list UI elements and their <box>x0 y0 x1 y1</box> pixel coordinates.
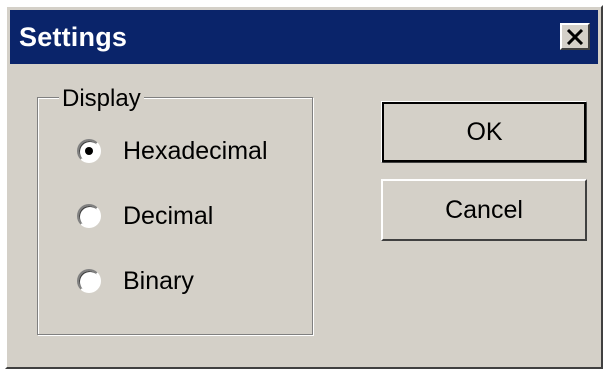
radio-label-binary: Binary <box>123 267 194 295</box>
window-title: Settings <box>19 22 128 52</box>
radio-button-icon[interactable] <box>77 269 101 293</box>
settings-dialog: Settings Display Hexadecimal Decimal Bin… <box>5 5 603 369</box>
close-button[interactable] <box>560 23 590 50</box>
radio-button-icon[interactable] <box>77 204 101 228</box>
radio-selected-dot <box>85 147 93 155</box>
radio-label-decimal: Decimal <box>123 202 214 230</box>
cancel-button[interactable]: Cancel <box>381 179 587 241</box>
close-icon <box>566 28 584 45</box>
ok-button[interactable]: OK <box>381 101 587 163</box>
display-group-label: Display <box>59 85 144 113</box>
title-bar[interactable]: Settings <box>10 10 598 64</box>
radio-label-hexadecimal: Hexadecimal <box>123 137 268 165</box>
radio-binary[interactable]: Binary <box>77 264 194 298</box>
radio-decimal[interactable]: Decimal <box>77 199 213 233</box>
radio-hexadecimal[interactable]: Hexadecimal <box>77 134 268 168</box>
radio-button-icon[interactable] <box>77 139 101 163</box>
